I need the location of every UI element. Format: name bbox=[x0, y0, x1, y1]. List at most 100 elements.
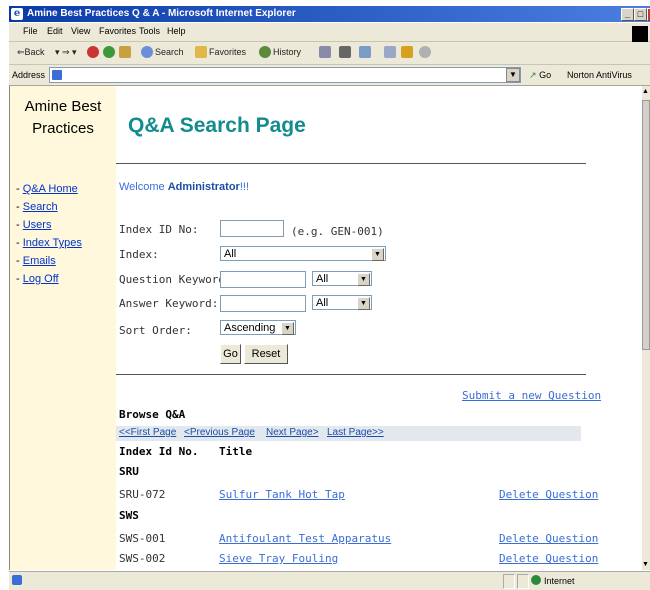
status-panel bbox=[517, 574, 529, 589]
ie-logo-icon: e bbox=[11, 8, 23, 20]
stop-icon[interactable] bbox=[87, 46, 99, 58]
sidebar-item-emails[interactable]: Emails bbox=[23, 255, 56, 267]
answer-keyword-label: Answer Keyword: bbox=[119, 297, 219, 310]
reset-button[interactable]: Reset bbox=[244, 344, 288, 364]
menu-bar: File Edit View Favorites Tools Help ⊞ bbox=[9, 23, 650, 42]
refresh-icon[interactable] bbox=[103, 46, 115, 58]
group-header-sru: SRU bbox=[119, 465, 139, 478]
user-icon[interactable] bbox=[419, 46, 431, 58]
scroll-down-icon[interactable]: ▼ bbox=[642, 561, 649, 568]
pager-bar: <<First Page <Previous Page Next Page> L… bbox=[116, 426, 581, 441]
window-titlebar[interactable]: e Amine Best Practices Q & A - Microsoft… bbox=[9, 6, 650, 22]
question-keyword-input[interactable] bbox=[220, 271, 306, 288]
minimize-button[interactable]: _ bbox=[621, 8, 634, 21]
title-divider bbox=[116, 163, 586, 164]
answer-scope-value: All bbox=[316, 297, 329, 309]
sidebar-item-users[interactable]: Users bbox=[23, 219, 52, 231]
page-icon bbox=[52, 70, 62, 80]
page-status-icon bbox=[12, 575, 22, 585]
windows-logo-icon: ⊞ bbox=[632, 26, 648, 42]
delete-question-link[interactable]: Delete Question bbox=[499, 532, 598, 545]
history-button[interactable]: History bbox=[273, 47, 301, 57]
question-title-link[interactable]: Antifoulant Test Apparatus bbox=[219, 532, 391, 545]
search-button[interactable]: Search bbox=[155, 47, 184, 57]
messenger-icon[interactable] bbox=[401, 46, 413, 58]
column-header-index: Index Id No. bbox=[119, 445, 199, 458]
delete-question-link[interactable]: Delete Question bbox=[499, 488, 598, 501]
toolbar: ⇐Back ▾ ⇒ ▾ Search Favorites History bbox=[9, 42, 650, 65]
go-button[interactable]: ↗ Go bbox=[529, 70, 551, 81]
mail-icon[interactable] bbox=[319, 46, 331, 58]
scroll-thumb[interactable] bbox=[642, 100, 650, 350]
security-zone-label: Internet bbox=[544, 576, 575, 586]
index-id-input[interactable] bbox=[220, 220, 284, 237]
address-label: Address bbox=[12, 70, 46, 80]
page-title: Q&A Search Page bbox=[128, 114, 306, 137]
menu-file[interactable]: File bbox=[23, 26, 38, 36]
question-scope-select[interactable]: All ▼ bbox=[312, 271, 372, 286]
sidebar-item-index-types[interactable]: Index Types bbox=[23, 237, 82, 249]
menu-help[interactable]: Help bbox=[167, 26, 186, 36]
sort-order-value: Ascending bbox=[224, 322, 276, 334]
previous-page-link[interactable]: <Previous Page bbox=[184, 427, 255, 438]
status-panel bbox=[503, 574, 515, 589]
chevron-down-icon: ▼ bbox=[281, 322, 294, 335]
delete-question-link[interactable]: Delete Question bbox=[499, 552, 598, 565]
window-title: Amine Best Practices Q & A - Microsoft I… bbox=[27, 8, 296, 19]
vertical-scrollbar[interactable]: ▲ ▼ bbox=[642, 86, 650, 570]
forward-icon[interactable]: ▾ ⇒ ▾ bbox=[55, 47, 77, 58]
menu-view[interactable]: View bbox=[71, 26, 90, 36]
menu-tools[interactable]: Tools bbox=[139, 26, 160, 36]
form-divider bbox=[116, 374, 586, 375]
sidebar: Amine Best Practices - Q&A Home - Search… bbox=[10, 86, 116, 570]
go-search-button[interactable]: Go bbox=[220, 344, 241, 364]
restore-button[interactable]: □ bbox=[634, 8, 647, 21]
index-label: Index: bbox=[119, 248, 159, 261]
browse-qa-heading: Browse Q&A bbox=[119, 408, 186, 421]
column-header-title: Title bbox=[219, 445, 253, 458]
address-input[interactable] bbox=[49, 67, 521, 83]
print-icon[interactable] bbox=[339, 46, 351, 58]
favorites-button[interactable]: Favorites bbox=[209, 47, 246, 57]
status-bar: Internet bbox=[9, 571, 650, 590]
chevron-down-icon: ▼ bbox=[371, 248, 384, 261]
menu-edit[interactable]: Edit bbox=[47, 26, 63, 36]
question-scope-value: All bbox=[316, 273, 329, 285]
back-button[interactable]: ⇐Back bbox=[17, 47, 45, 58]
main-content: Q&A Search Page Welcome Administrator!!!… bbox=[116, 86, 643, 570]
norton-antivirus-button[interactable]: Norton AntiVirus bbox=[567, 70, 632, 80]
welcome-message: Welcome Administrator!!! bbox=[119, 181, 249, 193]
edit-icon[interactable] bbox=[359, 46, 371, 58]
index-select[interactable]: All ▼ bbox=[220, 246, 386, 261]
favorites-icon bbox=[195, 46, 207, 58]
sort-order-label: Sort Order: bbox=[119, 324, 192, 337]
sidebar-nav: - Q&A Home - Search - Users - Index Type… bbox=[16, 183, 82, 285]
sort-order-select[interactable]: Ascending ▼ bbox=[220, 320, 296, 335]
page-viewport: Amine Best Practices - Q&A Home - Search… bbox=[9, 86, 643, 570]
first-page-link[interactable]: <<First Page bbox=[119, 427, 176, 438]
row-index-id: SWS-001 bbox=[119, 532, 166, 545]
home-icon[interactable] bbox=[119, 46, 131, 58]
menu-favorites[interactable]: Favorites bbox=[99, 26, 136, 36]
address-bar: Address ▼ ↗ Go Norton AntiVirus bbox=[9, 65, 650, 86]
sidebar-item-log-off[interactable]: Log Off bbox=[23, 273, 59, 285]
row-index-id: SRU-072 bbox=[119, 488, 166, 501]
question-title-link[interactable]: Sieve Tray Fouling bbox=[219, 552, 338, 565]
chevron-down-icon: ▼ bbox=[357, 273, 370, 286]
address-dropdown-icon[interactable]: ▼ bbox=[506, 68, 520, 82]
next-page-link[interactable]: Next Page> bbox=[266, 427, 319, 438]
submit-question-link[interactable]: Submit a new Question bbox=[462, 389, 601, 402]
answer-keyword-input[interactable] bbox=[220, 295, 306, 312]
site-logo: Amine Best Practices bbox=[24, 98, 102, 137]
answer-scope-select[interactable]: All ▼ bbox=[312, 295, 372, 310]
last-page-link[interactable]: Last Page>> bbox=[327, 427, 384, 438]
scroll-up-icon[interactable]: ▲ bbox=[642, 88, 649, 95]
group-header-sws: SWS bbox=[119, 509, 139, 522]
sidebar-item-search[interactable]: Search bbox=[23, 201, 58, 213]
row-index-id: SWS-002 bbox=[119, 552, 166, 565]
question-keyword-label: Question Keyword: bbox=[119, 273, 232, 286]
question-title-link[interactable]: Sulfur Tank Hot Tap bbox=[219, 488, 345, 501]
discuss-icon[interactable] bbox=[384, 46, 396, 58]
sidebar-item-qa-home[interactable]: Q&A Home bbox=[23, 183, 78, 195]
index-id-hint: (e.g. GEN-001) bbox=[291, 225, 384, 238]
